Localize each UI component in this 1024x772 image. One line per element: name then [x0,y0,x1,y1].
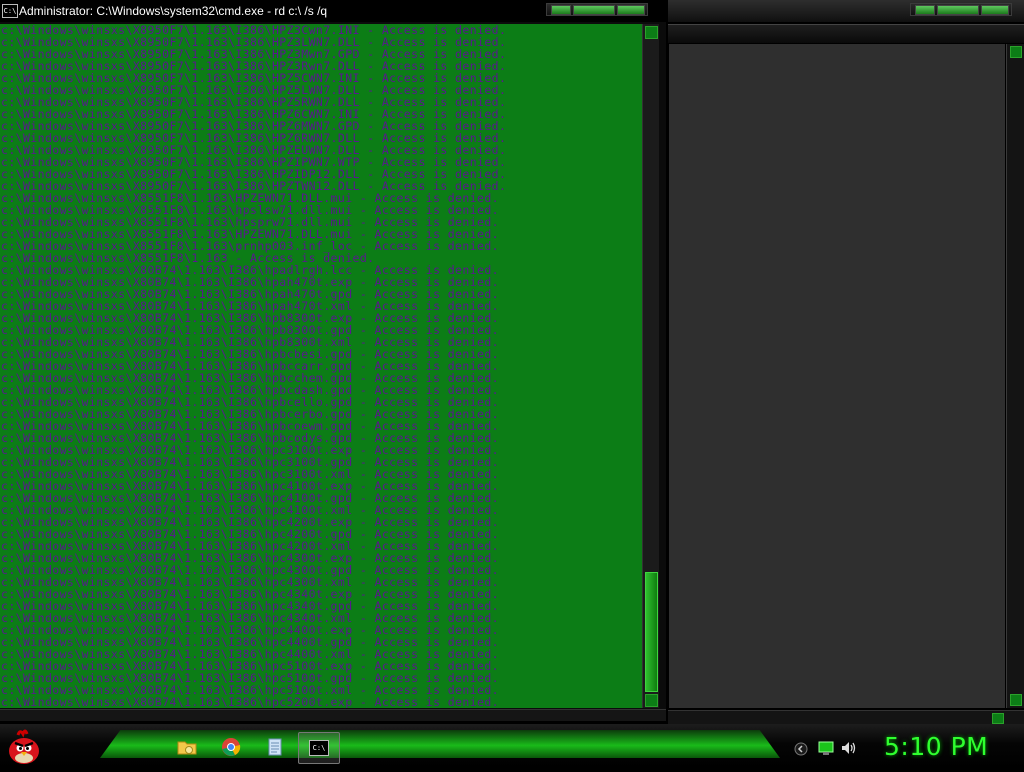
chrome-logo-icon [222,738,241,756]
maximize-button[interactable] [573,5,615,15]
network-icon[interactable] [818,740,834,756]
background-window-titlebar[interactable] [668,0,1024,22]
background-window-vertical-scrollbar[interactable] [1006,44,1024,708]
console-vertical-scrollbar[interactable] [642,24,659,708]
notepad-icon[interactable] [264,736,286,758]
cmd-window-icon[interactable]: C:\ [2,4,18,18]
volume-icon[interactable] [840,740,858,756]
clock[interactable]: 5:10 PM [884,732,988,761]
console-line: c:\Windows\winsxs\X80B74\1.163\I386\hpc5… [1,695,500,708]
background-minimize-button[interactable] [915,5,935,15]
background-scroll-right-arrow-icon[interactable] [992,713,1004,724]
background-scroll-down-arrow-icon[interactable] [1010,694,1022,706]
background-window[interactable] [668,0,1024,726]
taskbar-cmd-button[interactable]: C:\ [298,732,340,764]
notepad-glyph-icon [268,738,282,756]
cmd-titlebar[interactable]: C:\ Administrator: C:\Windows\system32\c… [0,0,666,22]
background-window-header [668,24,1024,43]
console-output[interactable]: c:\Windows\winsxs\X8950F7\1.163\I386\HPZ… [0,24,642,708]
close-button[interactable] [617,5,645,15]
cmd-window-title: Administrator: C:\Windows\system32\cmd.e… [19,4,328,18]
background-maximize-button[interactable] [937,5,979,15]
chrome-icon[interactable] [220,736,242,758]
taskbar-glow [100,730,780,758]
background-window-controls [910,3,1012,16]
console-horizontal-scrollbar[interactable] [0,709,666,721]
scroll-up-arrow-icon[interactable] [645,26,658,39]
background-window-horizontal-scrollbar[interactable] [668,710,1024,725]
background-scroll-up-arrow-icon[interactable] [1010,46,1022,58]
minimize-button[interactable] [551,5,571,15]
window-controls [546,3,648,16]
start-button[interactable] [4,727,44,767]
cmd-icon: C:\ [309,740,329,756]
background-close-button[interactable] [981,5,1009,15]
system-tray [790,740,870,760]
angry-bird-icon [9,729,39,764]
taskbar: C:\ 5:10 PM [0,724,1024,768]
folder-icon [177,741,197,755]
scrollbar-thumb[interactable] [645,572,658,692]
explorer-icon[interactable] [176,736,198,758]
show-hidden-icons-icon[interactable] [794,742,808,756]
cmd-window[interactable]: C:\ Administrator: C:\Windows\system32\c… [0,0,666,721]
scroll-down-arrow-icon[interactable] [645,694,658,707]
background-window-content[interactable] [669,44,1005,708]
